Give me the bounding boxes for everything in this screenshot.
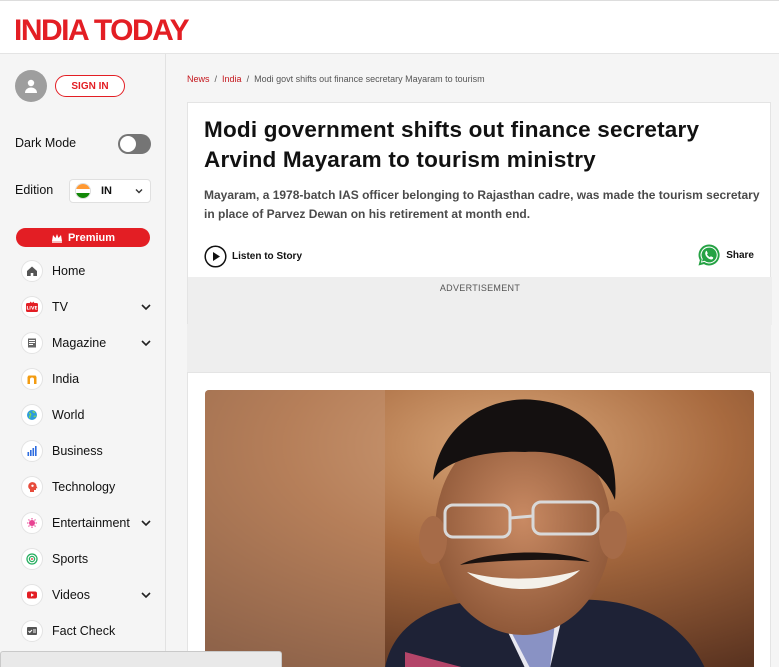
edition-value: IN <box>101 185 112 197</box>
advertisement-slot: ADVERTISEMENT <box>188 277 772 325</box>
video-play-icon <box>21 584 43 606</box>
advertisement-label: ADVERTISEMENT <box>439 283 521 293</box>
sidebar-item-label: Videos <box>52 588 90 602</box>
listen-label: Listen to Story <box>232 251 303 262</box>
main-content: News / India / Modi govt shifts out fina… <box>166 54 779 667</box>
entertainment-icon <box>21 512 43 534</box>
breadcrumb-news-link[interactable]: News <box>187 74 210 84</box>
sidebar: SIGN IN Dark Mode Edition IN Premium Hom… <box>0 54 166 667</box>
breadcrumb-separator: / <box>246 74 250 84</box>
edition-select[interactable]: IN <box>69 179 151 203</box>
india-gate-icon <box>21 368 43 390</box>
chevron-down-icon[interactable] <box>140 517 152 529</box>
india-today-logo[interactable]: INDIA TODAY <box>14 14 190 48</box>
premium-label: Premium <box>67 231 116 244</box>
article-photo <box>205 390 754 667</box>
premium-button[interactable]: Premium <box>16 228 150 247</box>
chevron-down-icon <box>135 189 143 194</box>
chevron-down-icon[interactable] <box>140 589 152 601</box>
site-header: INDIA TODAY <box>0 4 779 54</box>
sidebar-item-label: Fact Check <box>52 624 116 638</box>
article-headline: Modi government shifts out finance secre… <box>204 117 700 172</box>
sidebar-item-sports[interactable]: Sports <box>0 541 166 577</box>
sidebar-item-label: Home <box>52 264 86 278</box>
magazine-icon <box>21 332 43 354</box>
globe-icon <box>21 404 43 426</box>
dark-mode-label: Dark Mode <box>15 136 77 150</box>
india-flag-icon <box>75 183 91 199</box>
article-image-card <box>187 372 771 667</box>
sidebar-item-home[interactable]: Home <box>0 253 166 289</box>
sidebar-item-label: Technology <box>52 480 116 494</box>
sidebar-item-label: World <box>52 408 85 422</box>
breadcrumb-india-link[interactable]: India <box>222 74 242 84</box>
breadcrumb-current: Modi govt shifts out finance secretary M… <box>254 74 485 84</box>
sidebar-item-label: Magazine <box>52 336 107 350</box>
breadcrumb-separator: / <box>214 74 218 84</box>
sports-target-icon <box>21 548 43 570</box>
sidebar-item-entertainment[interactable]: Entertainment <box>0 505 166 541</box>
sidebar-item-videos[interactable]: Videos <box>0 577 166 613</box>
sidebar-item-label: Sports <box>52 552 89 566</box>
listen-to-story-button[interactable]: Listen to Story <box>204 245 302 268</box>
sign-in-button[interactable]: SIGN IN <box>55 75 125 97</box>
share-button[interactable]: Share <box>697 243 754 267</box>
crown-icon <box>51 233 62 243</box>
sidebar-item-fact-check[interactable]: Fact Check <box>0 613 166 649</box>
sidebar-item-tv[interactable]: LIVE TV <box>0 289 166 325</box>
breadcrumb: News / India / Modi govt shifts out fina… <box>187 74 485 84</box>
whatsapp-icon <box>698 244 720 266</box>
tech-head-icon <box>21 476 43 498</box>
user-avatar-icon[interactable] <box>15 70 47 102</box>
advertisement-space <box>187 324 771 372</box>
sidebar-item-label: Business <box>52 444 103 458</box>
play-circle-icon <box>204 245 227 268</box>
chevron-down-icon[interactable] <box>140 301 152 313</box>
sidebar-item-technology[interactable]: Technology <box>0 469 166 505</box>
sidebar-item-business[interactable]: Business <box>0 433 166 469</box>
chevron-down-icon[interactable] <box>140 337 152 349</box>
live-tv-icon: LIVE <box>21 296 43 318</box>
sidebar-item-india[interactable]: India <box>0 361 166 397</box>
sidebar-item-label: India <box>52 372 80 386</box>
dark-mode-toggle[interactable] <box>118 134 151 154</box>
fact-check-icon <box>21 620 43 642</box>
svg-text:LIVE: LIVE <box>26 306 37 312</box>
home-icon <box>21 260 43 282</box>
sidebar-item-magazine[interactable]: Magazine <box>0 325 166 361</box>
bar-chart-icon <box>21 440 43 462</box>
article-header-card: Modi government shifts out finance secre… <box>187 102 772 325</box>
toggle-knob <box>120 136 136 152</box>
browser-status-bar <box>0 651 282 667</box>
sidebar-item-label: TV <box>52 300 68 314</box>
sidebar-item-world[interactable]: World <box>0 397 166 433</box>
share-label: Share <box>726 249 754 261</box>
sidebar-item-label: Entertainment <box>52 516 130 530</box>
edition-label: Edition <box>15 183 54 197</box>
article-summary: Mayaram, a 1978-batch IAS officer belong… <box>204 188 760 221</box>
